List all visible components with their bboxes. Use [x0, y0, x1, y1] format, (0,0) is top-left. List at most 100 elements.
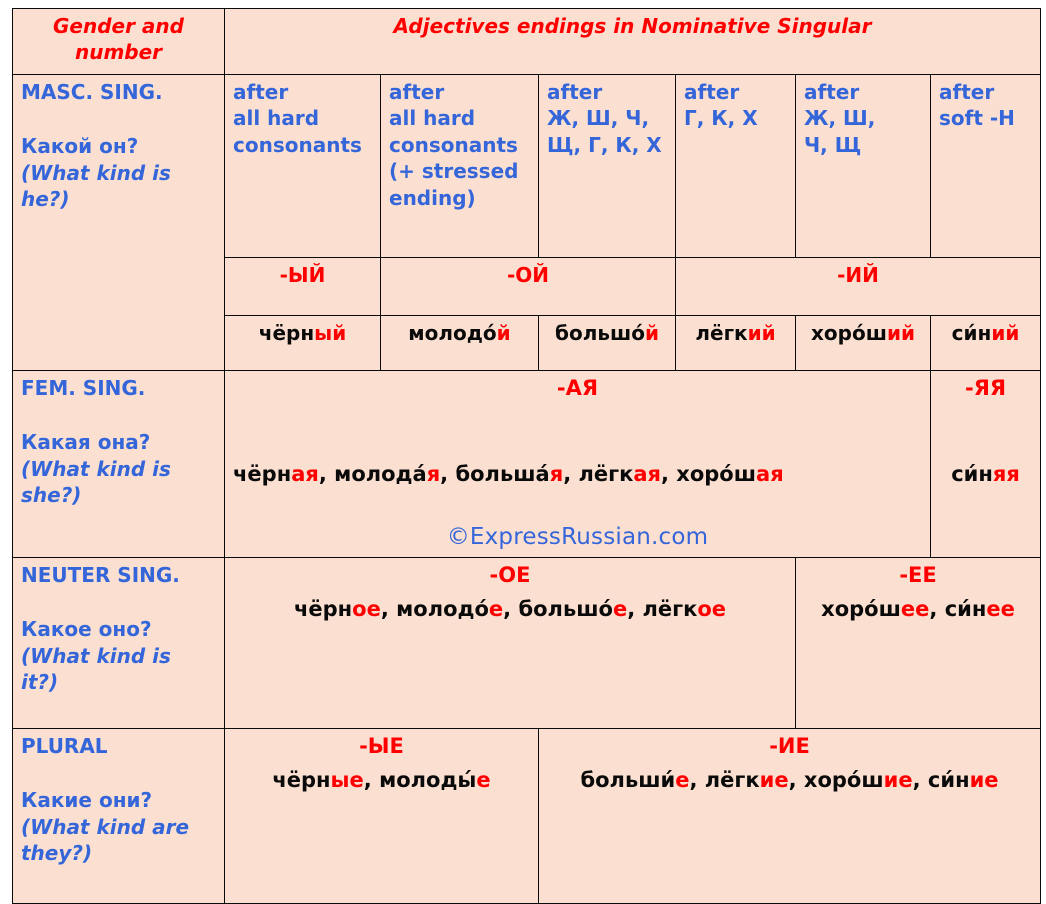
- ending-label-yaya: -ЯЯ: [964, 376, 1007, 400]
- word-ending: ее: [986, 596, 1015, 621]
- feminine-soft-cell: -ЯЯ си́няя: [929, 370, 1042, 558]
- separator: ,: [912, 767, 928, 792]
- ending-label-iy: -ИЙ: [674, 257, 1042, 316]
- gender-translation-masculine-line1: (What kind is: [21, 160, 171, 185]
- separator: ,: [318, 461, 335, 486]
- table-header-row: Gender and number Adjectives endings in …: [12, 8, 1042, 75]
- condition-1-line3: consonants: [233, 132, 362, 157]
- word-ending: ая: [291, 461, 319, 486]
- ending-label-ie: -ИЕ: [769, 733, 810, 758]
- condition-5-line2: Ж, Ш,: [804, 106, 876, 131]
- gender-translation-masculine-line2: he?): [21, 187, 70, 212]
- word-stem: чёрн: [293, 596, 353, 621]
- word-stem: хоро́ш: [676, 461, 757, 486]
- separator: ,: [380, 596, 397, 621]
- plural-examples: чёрные, молоды́е: [233, 767, 530, 795]
- word-stem: лёгк: [642, 596, 698, 621]
- separator: ,: [689, 767, 705, 792]
- plural-soft-examples: больши́е, лёгкие, хоро́шие, си́ние: [547, 767, 1032, 795]
- header-gender-line1: Gender and: [53, 14, 184, 38]
- word-stem: хоро́ш: [821, 596, 901, 621]
- word-ending: ая: [756, 461, 784, 486]
- condition-4-line1: after: [684, 80, 740, 104]
- word-ending: ое: [352, 596, 381, 621]
- word-stem: си́н: [951, 321, 992, 345]
- example-cell-bolshoy: большо́й: [538, 315, 676, 371]
- gender-translation-feminine-line1: (What kind is: [21, 456, 171, 481]
- condition-cell-2: after all hard consonants (+ stressed en…: [380, 74, 539, 258]
- word-stem: чёрн: [258, 321, 315, 345]
- example-cell-chernyy: чёрный: [224, 315, 381, 371]
- example-cell-molodoy: молодо́й: [380, 315, 539, 371]
- word-ending: я: [426, 461, 441, 486]
- word-stem: молоды́: [379, 767, 477, 792]
- word-ending: ий: [991, 321, 1020, 345]
- condition-6-line1: after: [939, 80, 995, 104]
- separator: ,: [440, 461, 456, 486]
- gender-title-feminine: FEM. SING.: [21, 376, 146, 400]
- separator: ,: [363, 767, 380, 792]
- separator: ,: [788, 767, 804, 792]
- word-stem: си́н: [944, 596, 987, 621]
- word-stem: лёгк: [704, 767, 760, 792]
- separator: ,: [563, 461, 579, 486]
- condition-3-line2: Ж, Ш, Ч,: [547, 106, 650, 131]
- gender-cell-masculine: MASC. SING. Какой он? (What kind is he?): [12, 74, 225, 371]
- adjective-endings-table: Gender and number Adjectives endings in …: [12, 8, 1042, 904]
- condition-2-line3: consonants: [389, 132, 518, 157]
- condition-4-line2: Г, К, Х: [684, 106, 758, 131]
- word-stem: большо́: [518, 596, 613, 621]
- word-ending: ое: [697, 596, 727, 621]
- word-ending: ие: [969, 767, 999, 792]
- neuter-row: NEUTER SING. Какое оно? (What kind is it…: [12, 556, 1042, 729]
- word-ending: е: [612, 596, 628, 621]
- gender-question-neuter: Какое оно?: [21, 617, 152, 642]
- word-ending: я: [549, 461, 564, 486]
- word-stem: си́н: [951, 461, 993, 486]
- neuter-soft-examples: хоро́шее, си́нее: [804, 596, 1032, 624]
- header-gender-line2: number: [74, 40, 163, 65]
- gender-translation-neuter-line2: it?): [21, 669, 59, 694]
- gender-cell-neuter: NEUTER SING. Какое оно? (What kind is it…: [12, 556, 225, 729]
- word-ending: ая: [633, 461, 661, 486]
- feminine-examples: чёрная, молода́я, больша́я, лёгкая, хоро…: [233, 409, 922, 489]
- condition-1-line2: all hard: [233, 106, 320, 131]
- condition-2-line2: all hard: [389, 106, 476, 131]
- example-cell-lyogkiy: лёгкий: [675, 315, 796, 371]
- word-ending: ий: [747, 321, 776, 345]
- word-stem: больши́: [580, 767, 676, 792]
- condition-5-line3: Ч, Щ: [804, 132, 862, 157]
- condition-cell-6: after soft -Н: [929, 74, 1042, 258]
- condition-cell-5: after Ж, Ш, Ч, Щ: [795, 74, 931, 258]
- word-stem: лёгк: [578, 461, 634, 486]
- header-gender-and-number: Gender and number: [12, 8, 225, 75]
- condition-2-line5: ending): [389, 185, 476, 210]
- example-cell-siniy: си́ний: [929, 315, 1042, 371]
- word-ending: ый: [314, 321, 347, 345]
- word-stem: си́н: [927, 767, 970, 792]
- word-stem: чёрн: [233, 461, 292, 486]
- word-stem: чёрн: [272, 767, 331, 792]
- ending-label-oe: -ОЕ: [489, 562, 531, 587]
- gender-title-plural: PLURAL: [21, 733, 108, 758]
- example-cell-khoroshiy: хоро́ший: [795, 315, 931, 371]
- screenshot-canvas: Gender and number Adjectives endings in …: [0, 0, 1046, 904]
- plural-soft-cell: -ИЕ больши́е, лёгкие, хоро́шие, си́ние: [537, 727, 1042, 904]
- feminine-row: FEM. SING. Какая она? (What kind is she?…: [12, 370, 1042, 558]
- word-ending: е: [488, 596, 504, 621]
- masculine-conditions-row: MASC. SING. Какой он? (What kind is he?)…: [12, 74, 1042, 371]
- plural-main-cell: -ЫЕ чёрные, молоды́е: [224, 727, 539, 904]
- word-stem: молодо́: [408, 321, 497, 345]
- word-ending: й: [644, 321, 659, 345]
- word-ending: яя: [992, 461, 1020, 486]
- ending-label-yy: -ЫЙ: [224, 257, 381, 316]
- condition-3-line1: after: [547, 80, 603, 104]
- condition-3-line3: Щ, Г, К, Х: [547, 132, 662, 157]
- neuter-main-cell: -ОЕ чёрное, молодо́е, большо́е, лёгкое: [224, 556, 796, 729]
- word-ending: ее: [900, 596, 930, 621]
- neuter-soft-cell: -ЕЕ хоро́шее, си́нее: [794, 556, 1042, 729]
- gender-title-masculine: MASC. SING.: [21, 80, 163, 104]
- condition-1-line1: after: [233, 80, 289, 104]
- word-ending: е: [675, 767, 690, 792]
- gender-title-neuter: NEUTER SING.: [21, 562, 180, 587]
